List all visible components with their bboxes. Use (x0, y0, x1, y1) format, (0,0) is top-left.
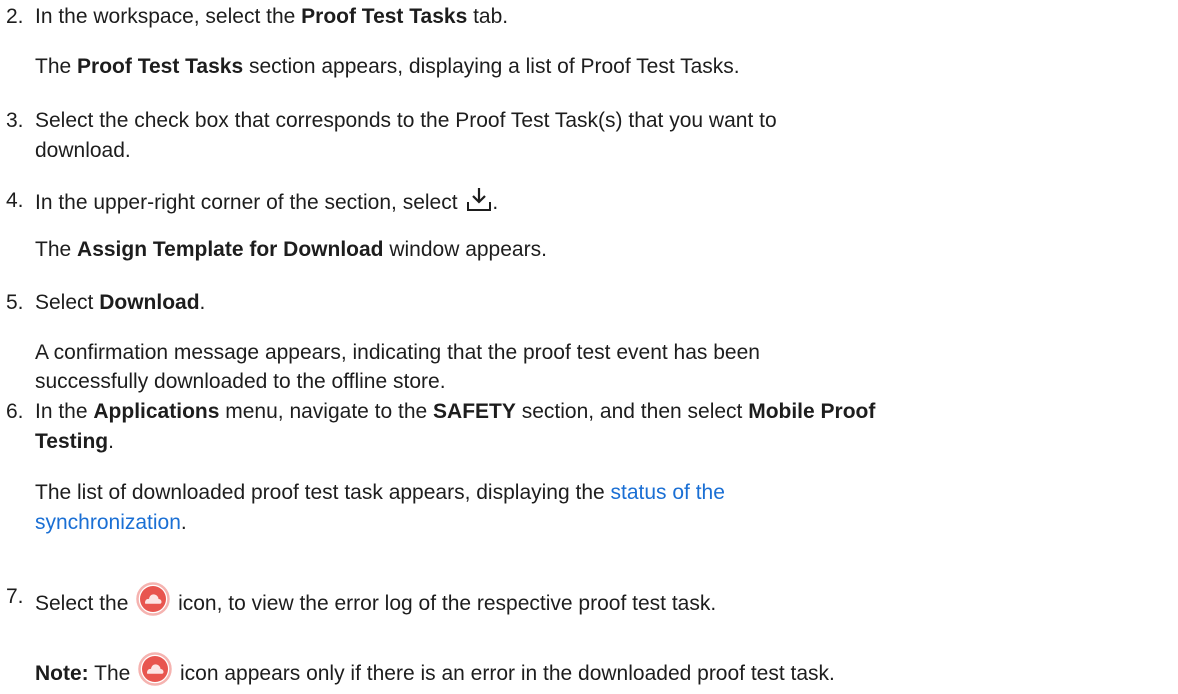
step-6-result-post: . (180, 511, 187, 534)
sync-status-link-part-2[interactable]: synchronization (35, 511, 181, 534)
step-6-text-post: . (108, 430, 114, 453)
step-5-result-line-1: A confirmation message appears, indicati… (35, 341, 760, 364)
step-2-result: The Proof Test Tasks section appears, di… (35, 52, 740, 81)
note-label: Note: (35, 662, 89, 685)
step-6-text-pre: In the (35, 400, 94, 423)
step-5-text-pre: Select (35, 291, 100, 314)
step-2-result-pre: The (35, 55, 78, 78)
step-2-instruction: In the workspace, select the Proof Test … (35, 2, 508, 31)
step-5-number: 5. (6, 291, 24, 314)
document-page: 2. In the workspace, select the Proof Te… (0, 0, 1178, 693)
step-2-number: 2. (6, 5, 24, 28)
note: Note: The icon appears only if there is … (35, 652, 835, 688)
note-text-pre: The (88, 662, 137, 685)
step-4-number: 4. (6, 189, 24, 212)
step-4-result-pre: The (35, 238, 78, 261)
step-4-result-post: window appears. (383, 238, 547, 261)
step-6-app-name-part-2: Testing (35, 430, 109, 453)
download-icon (466, 186, 492, 212)
step-7-number: 7. (6, 585, 24, 608)
step-5-instruction: Select Download. (35, 288, 205, 317)
step-4-instruction: In the upper-right corner of the section… (35, 186, 498, 217)
step-4-text-post: . (492, 191, 499, 214)
step-6-instruction-line-1: In the Applications menu, navigate to th… (35, 397, 875, 426)
cloud-error-icon (136, 582, 170, 616)
step-3-line-1: Select the check box that corresponds to… (35, 109, 777, 132)
step-6-text-mid-2: section, and then select (515, 400, 749, 423)
step-4-result: The Assign Template for Download window … (35, 235, 547, 264)
step-4-window-name: Assign Template for Download (77, 238, 384, 261)
step-2-result-bold: Proof Test Tasks (77, 55, 244, 78)
step-3-number: 3. (6, 109, 24, 132)
step-6-result-line-2: synchronization. (35, 508, 187, 537)
step-6-result-pre: The list of downloaded proof test task a… (35, 481, 611, 504)
step-5-result-line-2: successfully downloaded to the offline s… (35, 370, 446, 393)
step-6-menu-name: Applications (93, 400, 220, 423)
step-2-text-pre: In the workspace, select the (35, 5, 302, 28)
step-6-app-name-part-1: Mobile Proof (748, 400, 876, 423)
cloud-error-icon (138, 652, 172, 686)
step-5-text-post: . (199, 291, 206, 314)
step-6-section-name: SAFETY (433, 400, 516, 423)
step-7-text-pre: Select the (35, 592, 135, 615)
step-2-result-post: section appears, displaying a list of Pr… (243, 55, 740, 78)
step-2-text-post: tab. (467, 5, 509, 28)
step-4-text-pre: In the upper-right corner of the section… (35, 191, 464, 214)
step-3-line-2: download. (35, 139, 131, 162)
step-6-instruction-line-2: Testing. (35, 427, 114, 456)
step-2-tab-name: Proof Test Tasks (301, 5, 468, 28)
step-7-instruction: Select the icon, to view the error log o… (35, 582, 716, 618)
sync-status-link-part-1[interactable]: status of the (611, 481, 725, 504)
step-6-number: 6. (6, 400, 24, 423)
step-5-button-name: Download (99, 291, 200, 314)
step-6-result-line-1: The list of downloaded proof test task a… (35, 478, 725, 507)
step-6-text-mid-1: menu, navigate to the (219, 400, 434, 423)
note-text-post: icon appears only if there is an error i… (174, 662, 835, 685)
step-7-text-post: icon, to view the error log of the respe… (172, 592, 717, 615)
